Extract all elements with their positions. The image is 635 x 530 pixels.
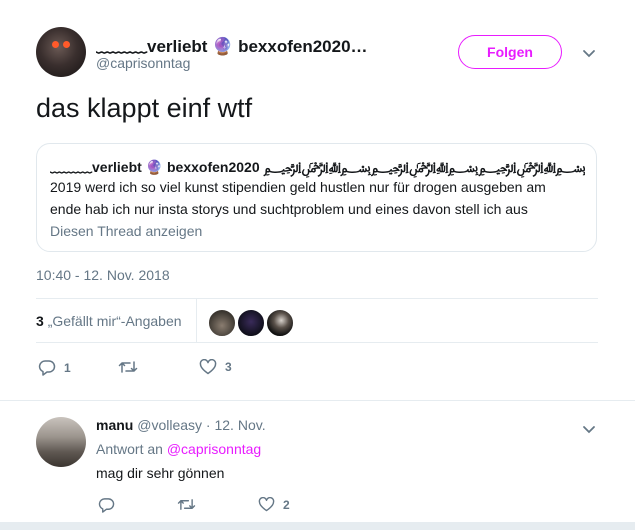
show-thread-link[interactable]: Diesen Thread anzeigen: [50, 223, 202, 239]
reply-icon: [98, 498, 115, 513]
follow-button[interactable]: Folgen: [458, 35, 562, 69]
reply-separator: ·: [205, 417, 211, 433]
chevron-down-icon[interactable]: [582, 46, 596, 64]
likes-count: 3: [36, 313, 44, 329]
quoted-text-line-1: 2019 werd ich so viel kunst stipendien g…: [50, 179, 546, 195]
reply-count: 1: [64, 360, 71, 375]
reply-author-handle[interactable]: @volleasy: [137, 417, 202, 433]
tweet-text: das klappt einf wtf: [36, 93, 253, 123]
like-action[interactable]: 3: [199, 359, 232, 375]
reply-action[interactable]: 1: [38, 359, 71, 376]
retweet-icon: [177, 499, 196, 510]
reply-text: mag dir sehr gönnen: [96, 465, 225, 481]
reply-date[interactable]: 12. Nov.: [214, 417, 265, 433]
tweet-timestamp[interactable]: 10:40 - 12. Nov. 2018: [36, 267, 170, 283]
divider-top-stats: [36, 298, 598, 299]
heart-icon: [258, 497, 275, 512]
reply-header: manu @volleasy · 12. Nov.: [96, 417, 266, 433]
likes-label: „Gefällt mir“-Angaben: [47, 313, 182, 329]
like-count: 3: [225, 360, 232, 374]
likes-stat[interactable]: 3 „Gefällt mir“-Angaben: [36, 313, 182, 329]
quoted-tweet-card[interactable]: ﹏﹏﹏verliebt 🔮 bexxofen2020 ﷽﷽﷽ DAIF ﷽ 20…: [36, 143, 597, 252]
reply-to-label: Antwort an: [96, 441, 163, 457]
author-avatar[interactable]: [36, 27, 86, 77]
avatar-eye-right: [63, 41, 70, 48]
retweet-action[interactable]: [118, 359, 146, 375]
reply-context: Antwort an @caprisonntag: [96, 441, 261, 457]
reply-icon: [38, 360, 56, 376]
author-display-name[interactable]: ﹏﹏﹏verliebt 🔮 bexxofen2020…: [96, 32, 436, 57]
reply-author-name[interactable]: manu: [96, 417, 133, 433]
bottom-edge-bar: [0, 522, 635, 530]
reply-to-handle-link[interactable]: @caprisonntag: [167, 441, 261, 457]
quoted-text-line-2: ende hab ich nur insta storys und suchtp…: [50, 201, 528, 217]
liker-avatar[interactable]: [266, 309, 294, 337]
retweet-icon: [118, 361, 138, 373]
divider-bottom-stats: [36, 342, 598, 343]
liker-avatar[interactable]: [237, 309, 265, 337]
reply-reply-action[interactable]: [98, 497, 123, 513]
liker-avatar[interactable]: [208, 309, 236, 337]
divider-replies: [0, 400, 635, 401]
author-handle[interactable]: @caprisonntag: [96, 55, 190, 71]
reply-like-count: 2: [283, 497, 290, 512]
reply-author-avatar[interactable]: [36, 417, 86, 467]
stats-separator: [196, 298, 197, 342]
reply-retweet-action[interactable]: [177, 497, 204, 512]
heart-icon: [199, 359, 217, 375]
reply-like-action[interactable]: 2: [258, 497, 290, 512]
reply-chevron-down-icon[interactable]: [582, 422, 596, 440]
avatar-eye-left: [52, 41, 59, 48]
